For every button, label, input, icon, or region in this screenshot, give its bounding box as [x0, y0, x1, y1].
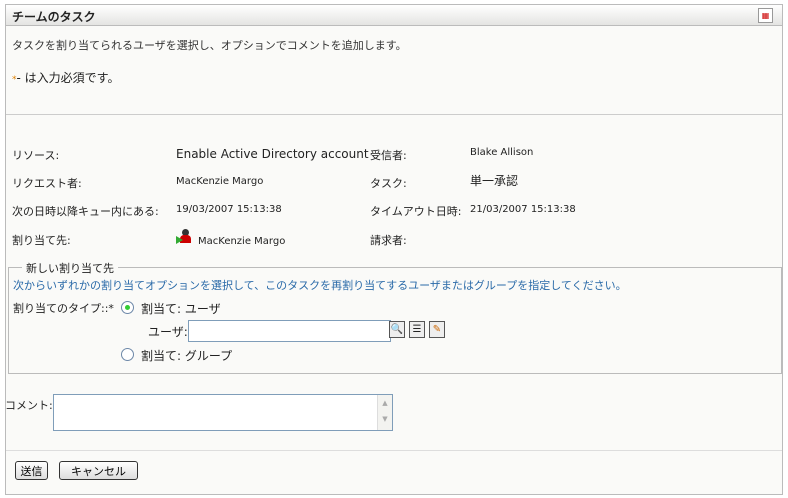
- resource-label: リソース:: [12, 149, 60, 162]
- assignee-value: MacKenzie Margo: [198, 236, 286, 247]
- description: タスクを割り当てられるユーザを選択し、オプションでコメントを追加します。: [12, 39, 407, 52]
- required-note: *- は入力必須です。: [12, 69, 119, 86]
- recipient-value: Blake Allison: [470, 147, 534, 158]
- assignee-label: 割り当て先:: [12, 234, 71, 247]
- radio-assign-user[interactable]: [121, 301, 134, 314]
- option-user-label: 割当て: ユーザ: [141, 302, 221, 316]
- reassign-legend: 新しい割り当て先: [22, 260, 118, 276]
- task-value: 単一承認: [470, 174, 519, 188]
- claimer-label: 請求者:: [370, 234, 407, 247]
- radio-assign-group[interactable]: [121, 348, 134, 361]
- queued-value: 19/03/2007 15:13:38: [176, 204, 282, 215]
- submit-button[interactable]: 送信: [15, 461, 48, 480]
- assign-type-label: 割り当てのタイプ::*: [13, 302, 114, 315]
- timeout-value: 21/03/2007 15:13:38: [470, 204, 576, 215]
- history-list-icon[interactable]: ☰: [409, 321, 425, 338]
- requester-label: リクエスト者:: [12, 177, 82, 190]
- user-icon: [176, 229, 194, 245]
- reassign-instructions: 次からいずれかの割り当てオプションを選択して、このタスクを再割り当てするユーザま…: [13, 279, 627, 292]
- recipient-label: 受信者:: [370, 149, 407, 162]
- page-title: チームのタスク: [12, 10, 96, 24]
- task-label: タスク:: [370, 177, 407, 190]
- resource-value: Enable Active Directory account: [176, 147, 369, 161]
- required-note-text: - は入力必須です。: [16, 71, 120, 85]
- reset-edit-icon[interactable]: ✎: [429, 321, 445, 338]
- user-input[interactable]: [188, 320, 391, 342]
- user-label: ユーザ:: [148, 325, 188, 339]
- panel-header: [6, 5, 782, 26]
- comment-label: コメント:: [5, 399, 53, 412]
- comment-scrollbar[interactable]: ▲ ▼: [377, 395, 392, 430]
- option-group-label: 割当て: グループ: [141, 349, 233, 363]
- divider: [6, 450, 782, 451]
- requester-value: MacKenzie Margo: [176, 176, 264, 187]
- timeout-label: タイムアウト日時:: [370, 205, 462, 218]
- divider: [6, 114, 782, 115]
- grid-menu-icon[interactable]: ▦: [758, 8, 773, 23]
- cancel-button[interactable]: キャンセル: [59, 461, 138, 480]
- comment-textarea[interactable]: ▲ ▼: [53, 394, 393, 431]
- search-icon[interactable]: 🔍: [389, 321, 405, 338]
- queued-label: 次の日時以降キュー内にある:: [12, 205, 159, 218]
